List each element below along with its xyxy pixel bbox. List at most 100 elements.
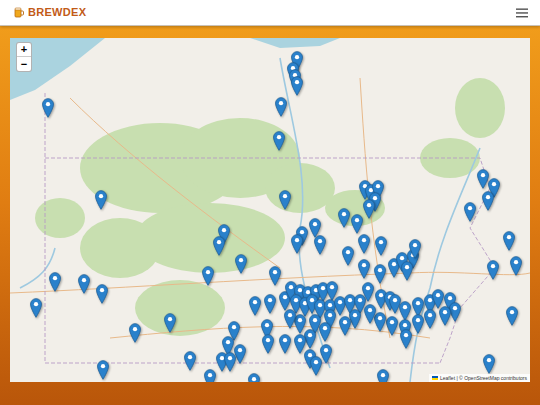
map-pin[interactable] <box>339 316 351 336</box>
map-pin[interactable] <box>374 264 386 284</box>
map-pin[interactable] <box>389 294 401 314</box>
map-marker-icon <box>279 190 291 210</box>
map-pin[interactable] <box>284 309 296 329</box>
map-pin[interactable] <box>374 312 386 332</box>
map-pin[interactable] <box>314 235 326 255</box>
map-pin[interactable] <box>412 297 424 317</box>
map-pin[interactable] <box>129 323 141 343</box>
map-pin[interactable] <box>304 329 316 349</box>
map-marker-icon <box>314 235 326 255</box>
map-pin[interactable] <box>213 236 225 256</box>
map-pin[interactable] <box>377 369 389 382</box>
map-pin[interactable] <box>412 314 424 334</box>
map-pin[interactable] <box>42 98 54 118</box>
map-marker-icon <box>424 309 436 329</box>
map-pin[interactable] <box>202 266 214 286</box>
map-pin[interactable] <box>184 351 196 371</box>
map-pin[interactable] <box>95 190 107 210</box>
map-marker-icon <box>363 199 375 219</box>
map-pin[interactable] <box>482 191 494 211</box>
map-pin[interactable] <box>319 322 331 342</box>
map-pin[interactable] <box>375 236 387 256</box>
map-pin[interactable] <box>342 246 354 266</box>
map-marker-icon <box>284 309 296 329</box>
map-pin[interactable] <box>439 306 451 326</box>
map-pin[interactable] <box>477 169 489 189</box>
map-pin[interactable] <box>432 289 444 309</box>
map-pin[interactable] <box>386 316 398 336</box>
map-pin[interactable] <box>204 369 216 382</box>
map-pin[interactable] <box>510 256 522 276</box>
map-pin[interactable] <box>96 284 108 304</box>
map-pin[interactable] <box>30 298 42 318</box>
map-pin[interactable] <box>487 260 499 280</box>
map-pin[interactable] <box>503 231 515 251</box>
map-marker-icon <box>339 316 351 336</box>
map-marker-icon <box>224 352 236 372</box>
map-pin[interactable] <box>483 354 495 374</box>
map[interactable]: + − Leaflet | © OpenStreetMap contributo… <box>10 38 530 382</box>
map-pin[interactable] <box>310 356 322 376</box>
map-marker-icon <box>483 354 495 374</box>
map-pin[interactable] <box>262 334 274 354</box>
map-marker-icon <box>42 98 54 118</box>
map-pin[interactable] <box>279 190 291 210</box>
map-pin[interactable] <box>358 234 370 254</box>
map-marker-icon <box>482 191 494 211</box>
map-pin[interactable] <box>49 272 61 292</box>
map-marker-icon <box>399 301 411 321</box>
map-section: + − Leaflet | © OpenStreetMap contributo… <box>0 26 540 382</box>
map-pin[interactable] <box>275 97 287 117</box>
map-pin[interactable] <box>320 344 332 364</box>
map-pin[interactable] <box>364 304 376 324</box>
attribution-text[interactable]: Leaflet | © OpenStreetMap contributors <box>440 374 527 382</box>
map-pin[interactable] <box>269 266 281 286</box>
map-pin[interactable] <box>309 218 321 238</box>
brand[interactable]: BREWDEX <box>14 7 86 18</box>
map-pin[interactable] <box>291 76 303 96</box>
zoom-in-button[interactable]: + <box>17 43 31 57</box>
map-marker-icon <box>377 369 389 382</box>
map-pin[interactable] <box>164 313 176 333</box>
map-pin[interactable] <box>273 131 285 151</box>
map-marker-icon <box>358 259 370 279</box>
map-pin[interactable] <box>358 259 370 279</box>
map-pin[interactable] <box>279 334 291 354</box>
map-pin[interactable] <box>399 301 411 321</box>
map-marker-icon <box>279 334 291 354</box>
map-pin[interactable] <box>338 208 350 228</box>
map-marker-icon <box>374 312 386 332</box>
map-pin[interactable] <box>400 329 412 349</box>
map-pin[interactable] <box>409 239 421 259</box>
beer-mug-icon <box>14 7 24 18</box>
map-pin[interactable] <box>351 214 363 234</box>
map-pin[interactable] <box>401 261 413 281</box>
map-pin[interactable] <box>362 282 374 302</box>
map-marker-icon <box>439 306 451 326</box>
zoom-out-button[interactable]: − <box>17 57 31 71</box>
map-pin[interactable] <box>248 373 260 382</box>
map-pin[interactable] <box>235 254 247 274</box>
map-pin[interactable] <box>294 314 306 334</box>
map-pin[interactable] <box>234 344 246 364</box>
map-pin[interactable] <box>363 199 375 219</box>
map-marker-icon <box>477 169 489 189</box>
map-marker-icon <box>96 284 108 304</box>
menu-button[interactable] <box>514 5 530 21</box>
map-pin[interactable] <box>78 274 90 294</box>
map-pin[interactable] <box>424 309 436 329</box>
map-pin[interactable] <box>291 234 303 254</box>
map-pin[interactable] <box>349 309 361 329</box>
map-pin[interactable] <box>249 296 261 316</box>
map-pin[interactable] <box>97 360 109 380</box>
map-pin[interactable] <box>224 352 236 372</box>
map-marker-icon <box>213 236 225 256</box>
map-pin[interactable] <box>264 294 276 314</box>
map-pin[interactable] <box>294 334 306 354</box>
map-marker-icon <box>97 360 109 380</box>
map-pin[interactable] <box>334 296 346 316</box>
map-marker-icon <box>294 314 306 334</box>
map-pin[interactable] <box>464 202 476 222</box>
map-marker-icon <box>362 282 374 302</box>
map-pin[interactable] <box>506 306 518 326</box>
